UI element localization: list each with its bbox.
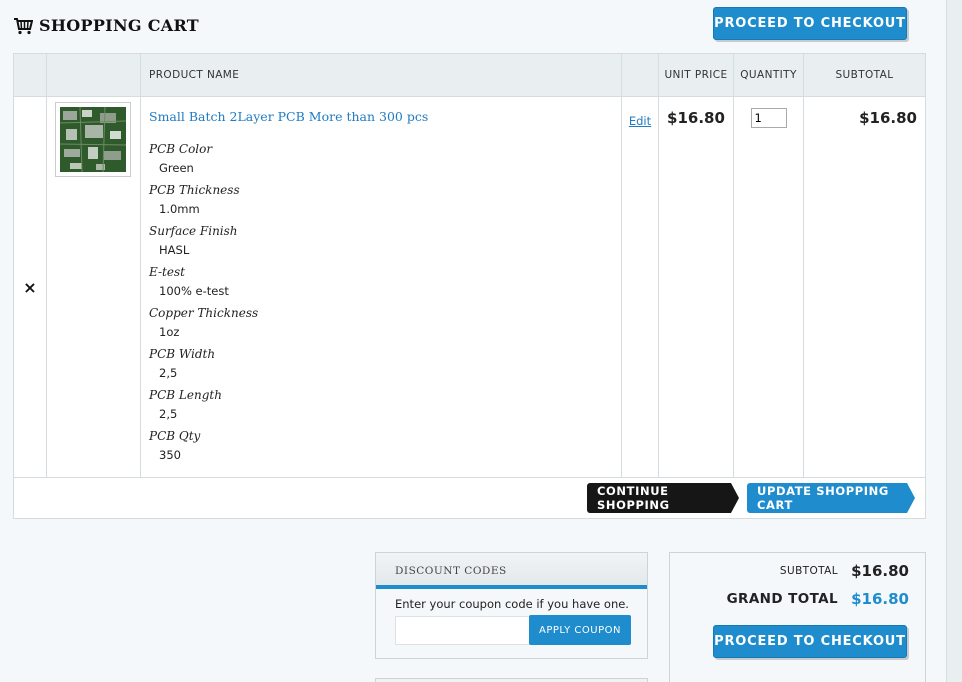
cart-table: PRODUCT NAME UNIT PRICE QUANTITY SUBTOTA…: [13, 53, 926, 519]
option-label: Surface Finish: [149, 224, 238, 238]
shopping-cart-icon: [14, 17, 33, 34]
proceed-to-checkout-button-bottom[interactable]: PROCEED TO CHECKOUT: [713, 625, 907, 658]
cart-actions-cell: CONTINUE SHOPPING UPDATE SHOPPING CART: [13, 477, 926, 519]
cart-actions-row: CONTINUE SHOPPING UPDATE SHOPPING CART: [13, 477, 926, 519]
apply-coupon-button[interactable]: APPLY COUPON: [529, 615, 631, 645]
proceed-to-checkout-button-top[interactable]: PROCEED TO CHECKOUT: [713, 7, 907, 40]
cart-item-row: × Small Batch 2Layer PCB More than 300 p…: [13, 96, 926, 478]
option-label: PCB Color: [149, 142, 213, 156]
subtotal-column-header: SUBTOTAL: [803, 53, 926, 97]
secondary-panel-edge: [375, 678, 648, 682]
grand-total-label: GRAND TOTAL: [726, 591, 838, 607]
product-name-column-header: PRODUCT NAME: [140, 53, 622, 97]
option-value: Green: [159, 161, 194, 175]
unit-price-column-header: UNIT PRICE: [658, 53, 734, 97]
cart-totals-panel: SUBTOTAL $16.80 GRAND TOTAL $16.80: [669, 552, 926, 682]
discount-codes-panel: DISCOUNT CODES Enter your coupon code if…: [375, 552, 648, 659]
totals-subtotal-value: $16.80: [851, 562, 909, 580]
remove-item-button[interactable]: ×: [23, 278, 36, 297]
remove-column-header: [13, 53, 47, 97]
product-name-cell: Small Batch 2Layer PCB More than 300 pcs…: [140, 96, 622, 478]
option-value: 2,5: [159, 407, 178, 421]
option-value: 2,5: [159, 366, 178, 380]
option-label: PCB Thickness: [149, 183, 240, 197]
page-title: SHOPPING CART: [13, 16, 199, 35]
item-subtotal: $16.80: [803, 96, 926, 478]
option-label: Copper Thickness: [149, 306, 259, 320]
page-title-text: SHOPPING CART: [39, 16, 199, 35]
edit-column-header: [621, 53, 659, 97]
totals-subtotal-label: SUBTOTAL: [779, 565, 838, 577]
discount-codes-title: DISCOUNT CODES: [376, 553, 647, 589]
grand-total-value: $16.80: [851, 590, 909, 608]
unit-price: $16.80: [658, 96, 734, 478]
image-column-header: [46, 53, 141, 97]
option-value: 100% e-test: [159, 284, 229, 298]
option-label: PCB Width: [149, 347, 216, 361]
product-options-list: PCB Color Green PCB Thickness 1.0mm Surf…: [149, 140, 613, 465]
remove-cell: ×: [13, 96, 47, 478]
discount-codes-prompt: Enter your coupon code if you have one.: [395, 597, 629, 611]
option-label: E-test: [149, 265, 185, 279]
product-thumbnail[interactable]: [55, 102, 131, 177]
continue-shopping-button[interactable]: CONTINUE SHOPPING: [587, 483, 739, 513]
option-value: HASL: [159, 243, 190, 257]
coupon-code-input[interactable]: [395, 616, 530, 645]
quantity-cell: [733, 96, 804, 478]
cart-table-header: PRODUCT NAME UNIT PRICE QUANTITY SUBTOTA…: [13, 53, 926, 97]
product-image-cell: [46, 96, 141, 478]
option-value: 1.0mm: [159, 202, 200, 216]
quantity-column-header: QUANTITY: [733, 53, 804, 97]
quantity-input[interactable]: [750, 108, 787, 128]
option-value: 350: [159, 448, 181, 462]
page-side-strip: [946, 0, 962, 682]
update-shopping-cart-button[interactable]: UPDATE SHOPPING CART: [747, 483, 915, 513]
product-name-link[interactable]: Small Batch 2Layer PCB More than 300 pcs: [149, 109, 613, 124]
option-label: PCB Length: [149, 388, 222, 402]
pcb-image: [60, 107, 126, 172]
option-value: 1oz: [159, 325, 180, 339]
option-label: PCB Qty: [149, 429, 201, 443]
edit-item-link[interactable]: Edit: [629, 114, 651, 128]
edit-cell: Edit: [621, 96, 659, 478]
